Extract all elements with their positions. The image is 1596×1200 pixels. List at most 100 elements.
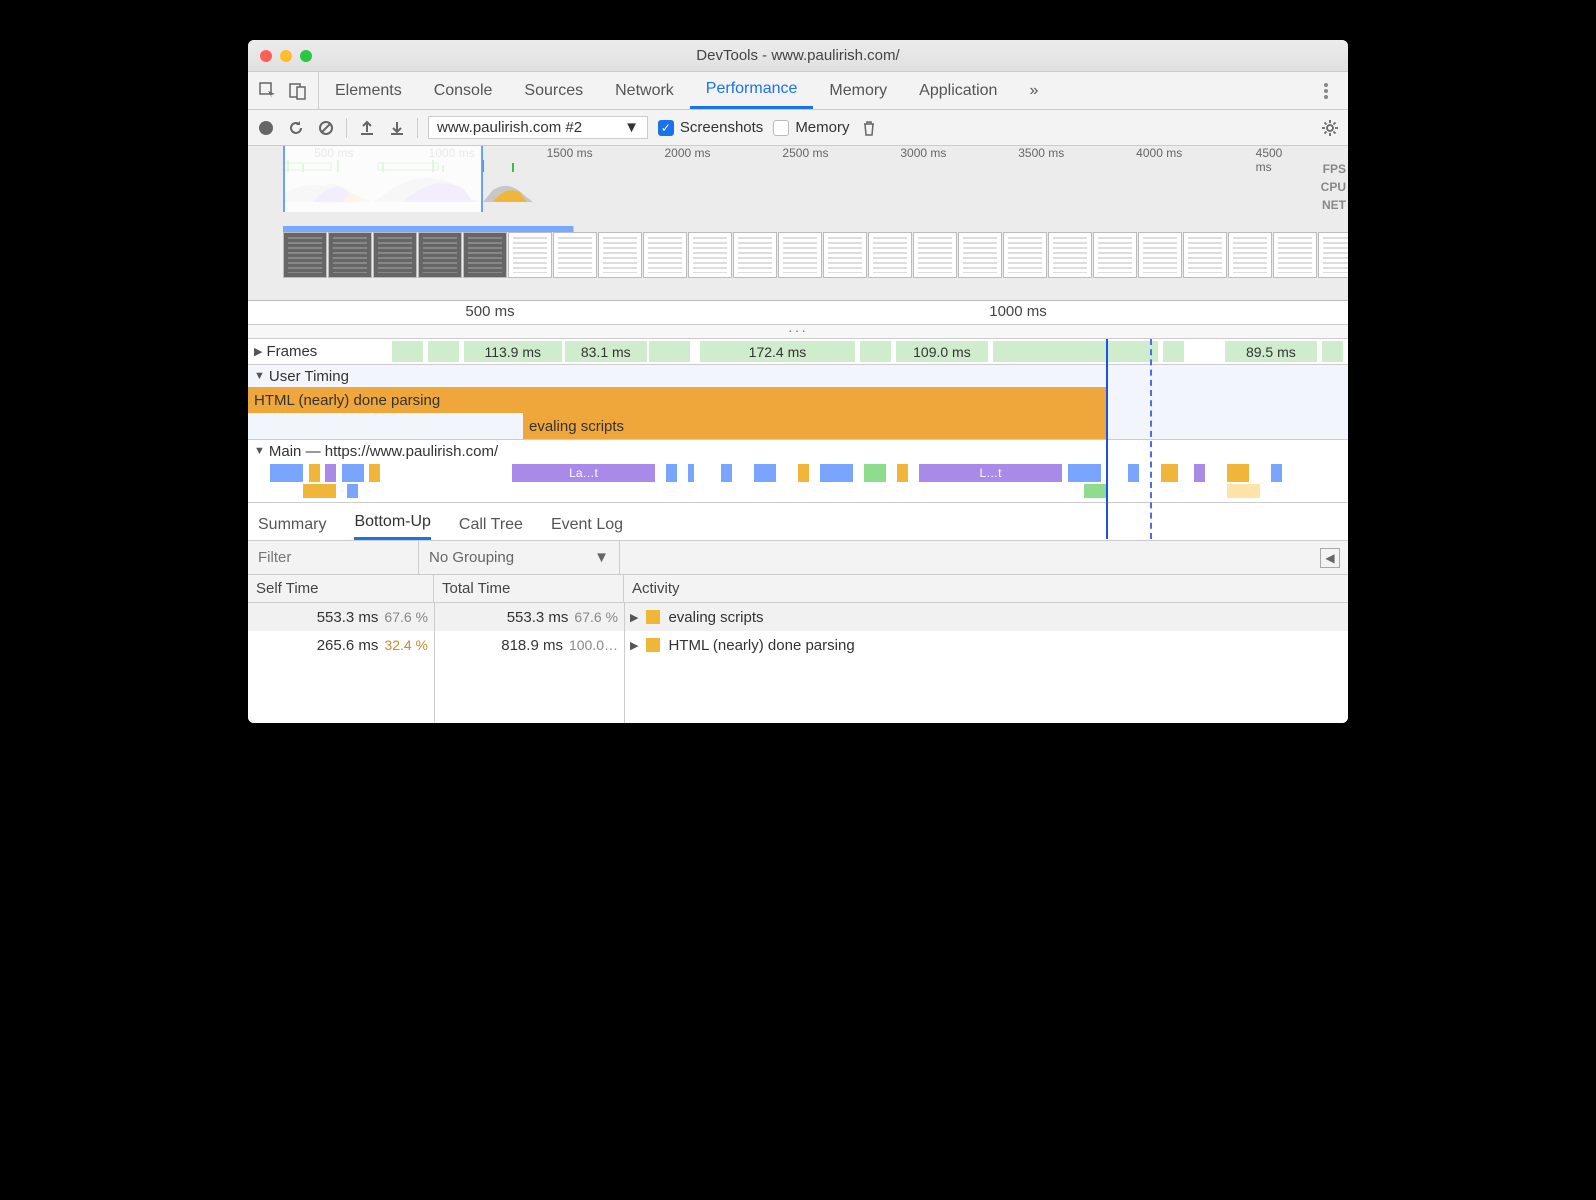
collapse-icon: ▼ [254,445,265,457]
expand-icon[interactable]: ▶ [630,611,638,624]
screenshot-thumb[interactable] [418,232,462,278]
screenshots-toggle[interactable]: ✓ Screenshots [658,119,763,136]
screenshot-thumb[interactable] [958,232,1002,278]
subtab-event-log[interactable]: Event Log [551,516,623,540]
collapsed-tracks-indicator[interactable]: ··· [248,325,1348,339]
subtab-summary[interactable]: Summary [258,516,326,540]
tab-application[interactable]: Application [903,72,1013,109]
save-profile-icon[interactable] [387,118,407,138]
frame-block[interactable] [428,341,459,362]
self-ms: 265.6 ms [317,637,379,654]
flame-chart[interactable]: La…t L…t [248,462,1348,502]
screenshot-thumb[interactable] [328,232,372,278]
col-total-time[interactable]: Total Time [434,575,624,602]
filter-row: No Grouping ▼ ◀ [248,541,1348,575]
screenshot-thumb[interactable] [1093,232,1137,278]
screenshot-thumb[interactable] [823,232,867,278]
col-activity[interactable]: Activity [624,575,1348,602]
frame-block[interactable]: 172.4 ms [700,341,854,362]
ruler-tick: 1000 ms [989,303,1047,320]
window-title: DevTools - www.paulirish.com/ [248,47,1348,64]
overview-selection[interactable] [283,146,483,212]
overview-tick: 3000 ms [900,146,946,160]
load-profile-icon[interactable] [357,118,377,138]
table-row[interactable]: 265.6 ms32.4 % 818.9 ms100.0… ▶HTML (nea… [248,631,1348,659]
screenshot-thumb[interactable] [1048,232,1092,278]
tab-elements[interactable]: Elements [319,72,418,109]
load-event-marker [1150,339,1152,539]
screenshot-thumb[interactable] [373,232,417,278]
cpu-label: CPU [1321,178,1346,196]
device-toolbar-icon[interactable] [288,81,308,101]
main-thread-track[interactable]: ▼Main — https://www.paulirish.com/ La…t … [248,440,1348,503]
screenshot-thumb[interactable] [553,232,597,278]
self-pct: 32.4 % [384,637,428,653]
checkbox-unchecked-icon [773,120,789,136]
frame-block[interactable]: 113.9 ms [464,341,562,362]
chevron-down-icon: ▼ [624,119,639,136]
expand-icon[interactable]: ▶ [630,639,638,652]
screenshot-thumb[interactable] [1183,232,1227,278]
frame-block[interactable]: 83.1 ms [565,341,647,362]
filter-input[interactable] [248,541,418,574]
tab-network[interactable]: Network [599,72,690,109]
screenshot-thumb[interactable] [1273,232,1317,278]
screenshot-thumb[interactable] [1228,232,1272,278]
garbage-collect-icon[interactable] [859,118,879,138]
screenshot-thumb[interactable] [778,232,822,278]
current-time-marker[interactable] [1106,339,1108,539]
clear-button[interactable] [316,118,336,138]
frame-block[interactable] [649,341,690,362]
screenshot-thumb[interactable] [643,232,687,278]
user-timing-bar[interactable]: HTML (nearly) done parsing [248,387,1106,413]
subtab-bottom-up[interactable]: Bottom-Up [354,513,430,540]
memory-toggle[interactable]: Memory [773,119,849,136]
frame-block[interactable] [860,341,891,362]
screenshot-thumb[interactable] [1003,232,1047,278]
inspect-element-icon[interactable] [258,81,278,101]
grouping-value: No Grouping [429,549,514,566]
tab-memory[interactable]: Memory [813,72,903,109]
col-self-time[interactable]: Self Time [248,575,434,602]
overview-filmstrip [283,232,1348,278]
frame-block[interactable] [392,341,423,362]
tab-console[interactable]: Console [418,72,509,109]
table-row[interactable]: 553.3 ms67.6 % 553.3 ms67.6 % ▶evaling s… [248,603,1348,631]
screenshot-thumb[interactable] [688,232,732,278]
frames-track[interactable]: ▶Frames 113.9 ms83.1 ms172.4 ms109.0 ms8… [248,339,1348,365]
user-timing-track[interactable]: ▼User Timing HTML (nearly) done parsing … [248,365,1348,440]
screenshot-thumb[interactable] [1318,232,1348,278]
screenshot-thumb[interactable] [283,232,327,278]
frame-block[interactable] [993,341,1157,362]
timeline-ruler[interactable]: 500 ms 1000 ms [248,301,1348,325]
subtab-call-tree[interactable]: Call Tree [459,516,523,540]
user-timing-label: User Timing [269,368,349,385]
screenshot-thumb[interactable] [913,232,957,278]
screenshot-thumb[interactable] [1138,232,1182,278]
frame-block[interactable] [1322,341,1343,362]
overview-tick: 2500 ms [782,146,828,160]
toggle-heavy-stack-icon[interactable]: ◀ [1320,548,1340,568]
record-button[interactable] [256,118,276,138]
tab-performance[interactable]: Performance [690,72,814,109]
screenshot-thumb[interactable] [733,232,777,278]
overview-tick: 4000 ms [1136,146,1182,160]
screenshot-thumb[interactable] [598,232,642,278]
frame-block[interactable] [1163,341,1184,362]
tabs-overflow[interactable]: » [1013,72,1054,109]
more-menu-icon[interactable] [1316,81,1336,101]
grouping-selector[interactable]: No Grouping ▼ [418,541,620,574]
frame-block[interactable]: 109.0 ms [896,341,989,362]
settings-gear-icon[interactable] [1320,118,1340,138]
expand-icon: ▶ [254,345,262,358]
screenshot-thumb[interactable] [463,232,507,278]
overview-pane[interactable]: 500 ms 1000 ms 1500 ms 2000 ms 2500 ms 3… [248,146,1348,301]
tab-sources[interactable]: Sources [508,72,599,109]
recording-selector[interactable]: www.paulirish.com #2 ▼ [428,116,648,139]
frame-block[interactable]: 89.5 ms [1225,341,1318,362]
reload-record-button[interactable] [286,118,306,138]
screenshot-thumb[interactable] [508,232,552,278]
screenshot-thumb[interactable] [868,232,912,278]
user-timing-bar[interactable]: evaling scripts [523,413,1106,439]
recording-name: www.paulirish.com #2 [437,119,582,136]
